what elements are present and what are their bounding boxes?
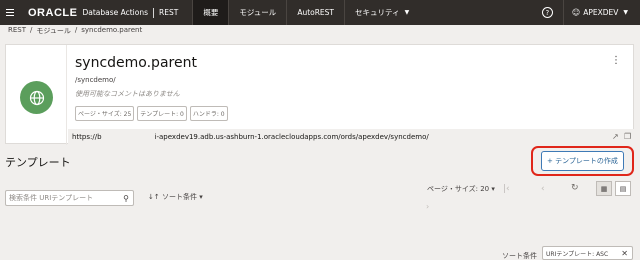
breadcrumb-current: syncdemo.parent [81, 26, 143, 34]
first-page-icon[interactable]: |‹ [503, 184, 510, 194]
breadcrumb-rest[interactable]: REST [8, 26, 26, 36]
breadcrumb-sep: / [30, 26, 33, 34]
product-label: Database Actions [82, 7, 149, 17]
help-icon[interactable]: ? [541, 7, 553, 18]
chevron-down-icon: ▾ [489, 185, 495, 193]
main-nav: 概要 モジュール AutoREST セキュリティ ▼ [192, 0, 419, 25]
breadcrumb-sep: / [74, 26, 78, 34]
user-icon: ☺ [571, 8, 581, 17]
nav-security-label: セキュリティ [355, 8, 400, 17]
breadcrumb-modules[interactable]: モジュール [36, 26, 71, 36]
breadcrumb: REST / モジュール / syncdemo.parent [8, 26, 142, 36]
template-count-badge: テンプレート: 0 [137, 106, 187, 121]
nav-autorest-label: AutoREST [297, 8, 335, 17]
sort-condition-label: ソート条件 [502, 252, 537, 260]
create-template-highlight: + テンプレートの作成 [531, 146, 634, 176]
module-badges: ページ・サイズ: 25 テンプレート: 0 ハンドラ: 0 [75, 106, 228, 121]
user-name: APEXDEV [583, 8, 619, 17]
card-view-icon[interactable]: ▦ [596, 181, 612, 196]
sort-dropdown[interactable]: ↓↑ ソート条件 ▾ [148, 192, 203, 202]
templates-heading: テンプレート [5, 156, 71, 169]
module-url: https://b i-apexdev19.adb.us-ashburn-1.o… [68, 129, 634, 144]
nav-modules-label: モジュール [239, 8, 277, 17]
help-label: ? [545, 8, 550, 17]
hamburger-menu-icon[interactable] [2, 0, 18, 25]
table-view-icon[interactable]: ▤ [615, 181, 631, 196]
create-template-button[interactable]: + テンプレートの作成 [541, 151, 624, 171]
search-icon[interactable]: ⚲ [123, 194, 129, 203]
user-menu[interactable]: ☺ APEXDEV ▼ [562, 0, 640, 25]
create-template-label: テンプレートの作成 [555, 157, 618, 165]
template-search-input[interactable]: 検索条件 URIテンプレート ⚲ [5, 190, 134, 206]
previous-page-icon[interactable]: ‹ [541, 184, 545, 194]
more-options-icon[interactable]: ⋮ [611, 55, 621, 66]
module-comment: 使用可能なコメントはありません [75, 90, 180, 98]
search-placeholder: 検索条件 URIテンプレート [9, 194, 94, 202]
nav-autorest[interactable]: AutoREST [286, 0, 344, 25]
nav-modules[interactable]: モジュール [228, 0, 286, 25]
sort-chip: URIテンプレート: ASC ✕ [542, 246, 633, 260]
nav-overview-label: 概要 [203, 8, 219, 17]
url-prefix: https://b [72, 132, 102, 141]
divider [153, 7, 155, 18]
next-page-icon[interactable]: › [426, 202, 429, 211]
nav-security[interactable]: セキュリティ ▼ [344, 0, 419, 25]
oracle-logo[interactable]: ORACLE [28, 7, 77, 19]
nav-overview[interactable]: 概要 [192, 0, 229, 25]
chevron-down-icon: ▼ [404, 9, 410, 16]
sort-icon: ↓↑ [148, 193, 162, 201]
globe-icon [20, 81, 53, 114]
module-card: syncdemo.parent /syncdemo/ 使用可能なコメントはありま… [5, 44, 634, 145]
page-size-badge: ページ・サイズ: 25 [75, 106, 135, 121]
sort-chip-label: URIテンプレート: ASC [546, 250, 609, 258]
page-size-dropdown[interactable]: ページ・サイズ: 20 ▾ [427, 184, 495, 194]
sort-label: ソート条件 [161, 193, 197, 201]
module-path: /syncdemo/ [75, 76, 116, 84]
open-external-icon[interactable]: ↗ [612, 132, 619, 141]
url-rest: i-apexdev19.adb.us-ashburn-1.oraclecloud… [154, 132, 429, 141]
chevron-down-icon: ▾ [196, 193, 203, 201]
close-icon[interactable]: ✕ [621, 249, 628, 258]
refresh-icon[interactable]: ↻ [571, 183, 579, 193]
page-size-label: ページ・サイズ: 20 [427, 185, 490, 193]
plus-icon: + [547, 157, 556, 165]
section-label: REST [159, 7, 179, 17]
module-title: syncdemo.parent [75, 55, 197, 71]
module-icon-panel [6, 45, 67, 145]
top-bar: ORACLE Database Actions REST 概要 モジュール Aut… [0, 0, 640, 25]
product-name: Database Actions REST [82, 7, 179, 18]
handler-count-badge: ハンドラ: 0 [189, 106, 228, 121]
copy-icon[interactable]: ❐ [624, 132, 631, 141]
chevron-down-icon: ▼ [623, 9, 628, 16]
